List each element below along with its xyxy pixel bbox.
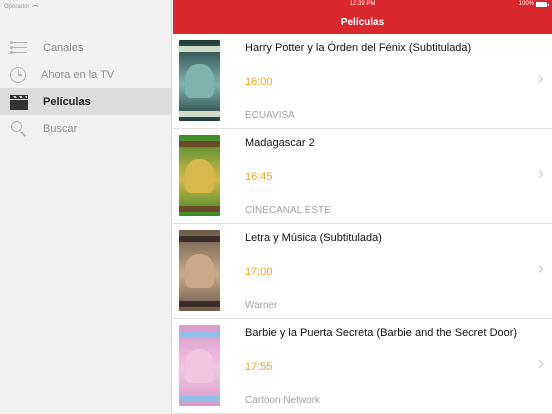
movie-title: Barbie y la Puerta Secreta (Barbie and t… (245, 327, 518, 339)
movie-title: Letra y Música (Subtitulada) (245, 232, 382, 244)
movie-row[interactable]: Barbie y la Puerta Secreta (Barbie and t… (173, 319, 552, 414)
movie-time: 17:55 (245, 361, 273, 373)
sidebar: Operador Canales Ahora en la TV Película… (0, 0, 172, 414)
status-bar-left: Operador (0, 0, 172, 12)
movie-poster (179, 135, 220, 216)
wifi-icon (31, 4, 41, 10)
list-icon (10, 40, 28, 56)
main-panel: 12:39 PM 100% Películas Harry Potter y l… (173, 0, 552, 414)
sidebar-item-buscar[interactable]: Buscar (0, 115, 171, 142)
status-time: 12:39 PM (349, 1, 376, 7)
sidebar-item-label: Ahora en la TV (41, 68, 115, 81)
sidebar-item-label: Buscar (43, 122, 78, 135)
status-battery: 100% (518, 1, 549, 7)
movie-time: 16:45 (245, 171, 273, 183)
clock-icon (10, 66, 26, 83)
sidebar-item-label: Canales (43, 41, 84, 54)
chevron-right-icon (534, 359, 544, 369)
clapperboard-icon (10, 94, 28, 110)
movie-poster (179, 230, 220, 311)
sidebar-item-label: Películas (43, 95, 91, 108)
movie-channel: CINECANAL ESTE (245, 205, 331, 216)
movie-time: 16:00 (245, 76, 273, 88)
movie-time: 17:00 (245, 266, 273, 278)
sidebar-item-ahora[interactable]: Ahora en la TV (0, 61, 171, 88)
movie-channel: Cartoon Network (245, 395, 321, 406)
movie-poster (179, 40, 220, 121)
movie-channel: ECUAVISA (245, 110, 295, 121)
chevron-right-icon (534, 169, 544, 179)
battery-label: 100% (518, 1, 534, 7)
movie-poster (179, 325, 220, 406)
sidebar-menu: Canales Ahora en la TV Películas Buscar (0, 34, 171, 142)
chevron-right-icon (534, 264, 544, 274)
carrier-label: Operador (4, 4, 30, 10)
search-icon (10, 120, 28, 137)
movie-title: Madagascar 2 (245, 137, 315, 149)
movie-list: Harry Potter y la Órden del Fénix (Subti… (173, 34, 552, 414)
nav-header: 12:39 PM 100% Películas (173, 0, 552, 34)
battery-icon (536, 1, 549, 7)
movie-channel: Warner (245, 300, 278, 311)
movie-row[interactable]: Harry Potter y la Órden del Fénix (Subti… (173, 34, 552, 129)
movie-row[interactable]: Letra y Música (Subtitulada) 17:00 Warne… (173, 224, 552, 319)
page-title: Películas (340, 17, 385, 28)
chevron-right-icon (534, 74, 544, 84)
sidebar-item-canales[interactable]: Canales (0, 34, 171, 61)
movie-title: Harry Potter y la Órden del Fénix (Subti… (245, 42, 472, 54)
sidebar-item-peliculas[interactable]: Películas (0, 88, 171, 115)
movie-row[interactable]: Madagascar 2 16:45 CINECANAL ESTE (173, 129, 552, 224)
